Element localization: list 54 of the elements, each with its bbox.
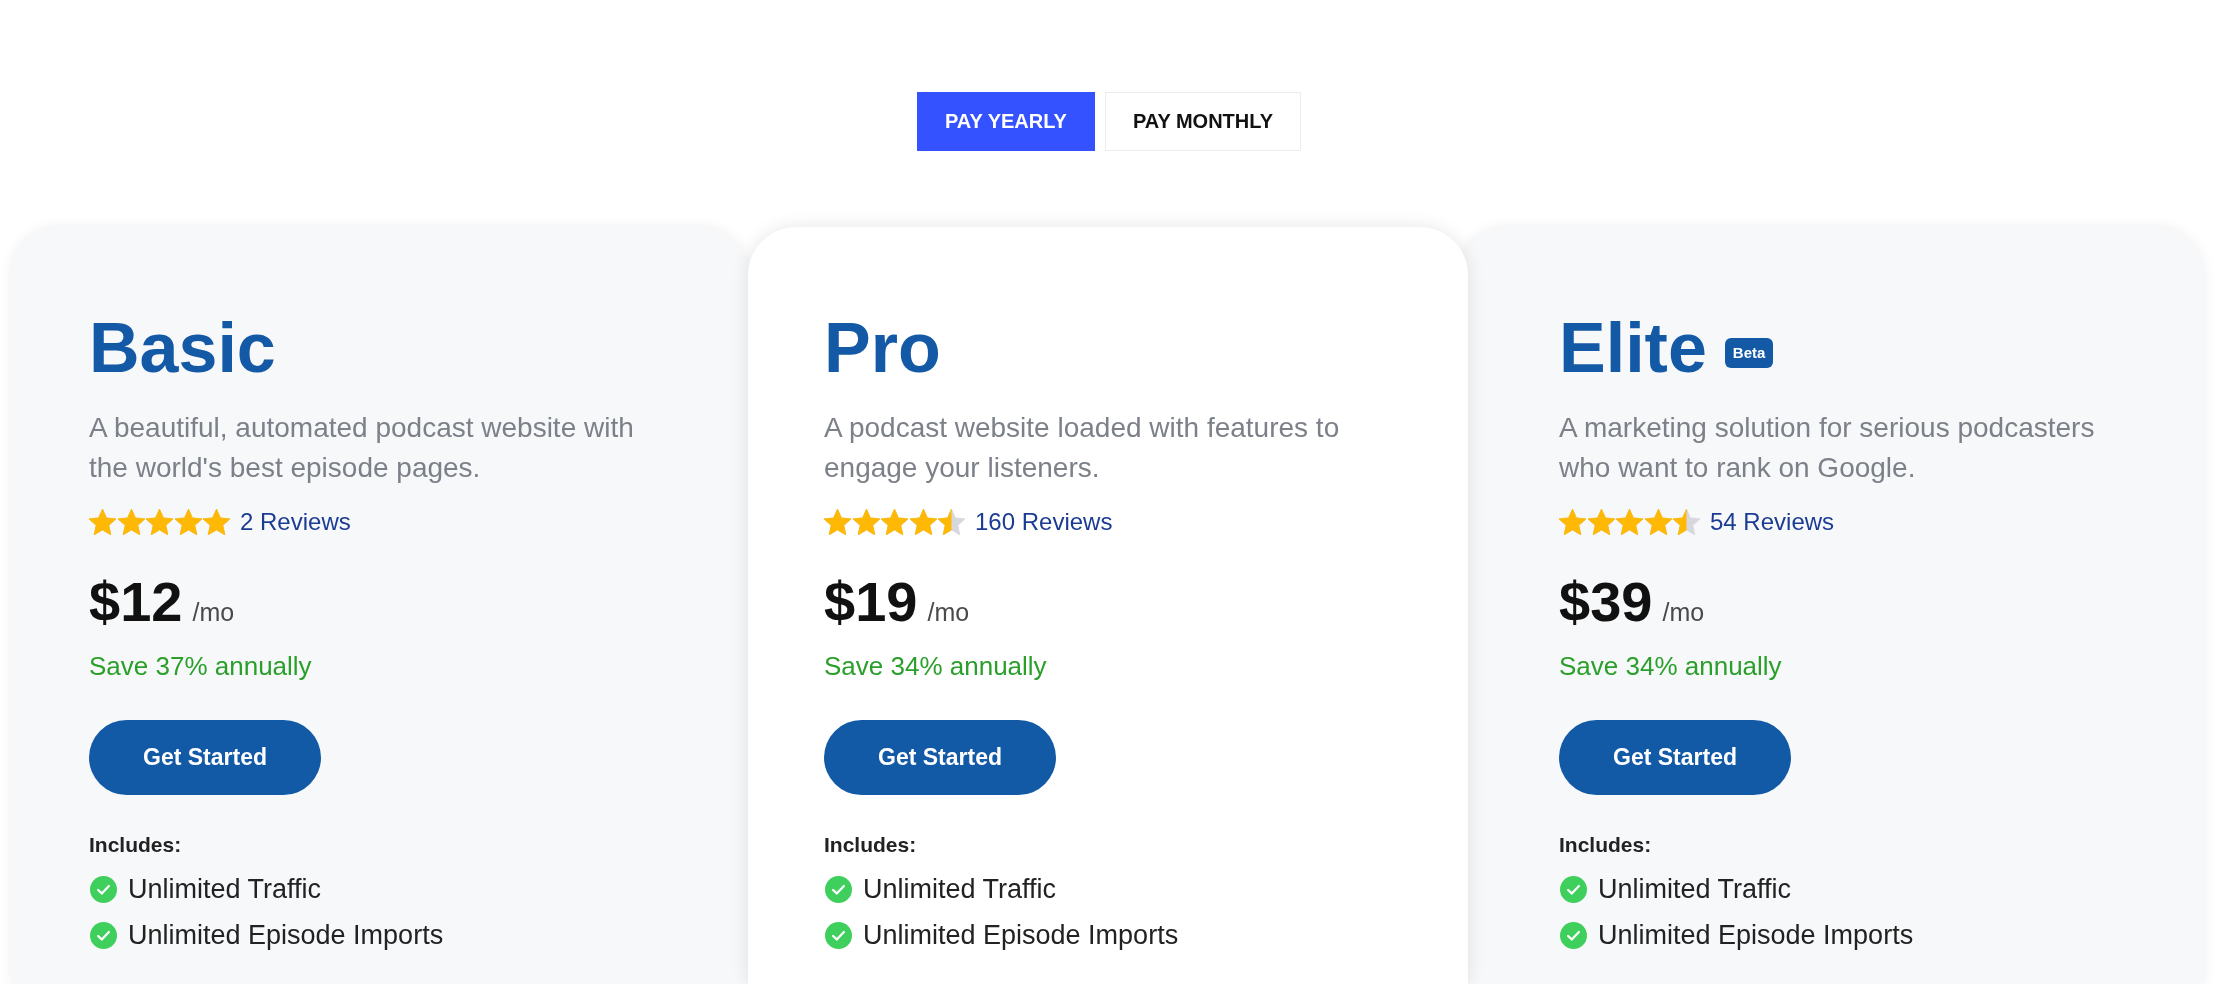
includes-heading: Includes: — [89, 832, 182, 858]
plan-name: Elite — [1559, 313, 1707, 383]
plan-description: A podcast website loaded with features to engage your listeners. — [824, 411, 1341, 485]
billing-tab[interactable]: PAY YEARLY — [917, 92, 1095, 151]
price-period: /mo — [927, 598, 970, 627]
get-started-button[interactable]: Get Started — [824, 720, 1056, 795]
star-icon — [89, 509, 116, 535]
includes-heading: Includes: — [1559, 832, 1652, 858]
reviews-link[interactable]: 54 Reviews — [1710, 508, 1835, 536]
check-circle-icon — [825, 921, 852, 949]
feature-label: Unlimited Traffic — [128, 873, 322, 906]
check-circle-icon — [90, 875, 117, 903]
feature-label: Unlimited Episode Imports — [128, 919, 444, 952]
star-icon — [881, 509, 908, 535]
plan-name: Basic — [89, 313, 276, 383]
price-period: /mo — [192, 598, 235, 627]
savings-note: Save 34% annually — [1559, 650, 1782, 682]
feature-label: Unlimited Traffic — [863, 873, 1057, 906]
reviews-link[interactable]: 160 Reviews — [975, 508, 1113, 536]
plan-description: A marketing solution for serious podcasters who want to rank on Google. — [1559, 411, 2096, 485]
get-started-button[interactable]: Get Started — [1559, 720, 1791, 795]
star-icon — [146, 509, 173, 535]
plan-price: $39 — [1559, 574, 1653, 630]
includes-heading: Includes: — [824, 832, 917, 858]
feature-label: Unlimited Traffic — [1598, 873, 1792, 906]
star-icon — [1616, 509, 1643, 535]
check-circle-icon — [1560, 875, 1587, 903]
star-icon — [174, 509, 202, 535]
star-icon — [824, 509, 851, 535]
check-circle-icon — [90, 921, 117, 949]
star-icon — [1587, 509, 1615, 535]
check-circle-icon — [1560, 921, 1587, 949]
billing-tab[interactable]: PAY MONTHLY — [1104, 92, 1301, 151]
star-icon — [203, 509, 230, 535]
plan-name: Pro — [824, 313, 941, 383]
star-icon — [852, 509, 880, 535]
check-circle-icon — [825, 875, 852, 903]
price-period: /mo — [1662, 598, 1705, 627]
plan-description: A beautiful, automated podcast website with the world's best episode pages. — [89, 411, 635, 485]
get-started-button[interactable]: Get Started — [89, 720, 321, 795]
plan-price: $12 — [89, 574, 183, 630]
feature-label: Unlimited Episode Imports — [1598, 919, 1914, 952]
star-icon — [117, 509, 145, 535]
star-icon — [1559, 509, 1586, 535]
plan-badge: Beta — [1724, 338, 1774, 368]
savings-note: Save 34% annually — [824, 650, 1047, 682]
star-icon — [909, 509, 937, 535]
savings-note: Save 37% annually — [89, 650, 312, 682]
feature-label: Unlimited Episode Imports — [863, 919, 1179, 952]
star-icon — [1673, 509, 1700, 535]
reviews-link[interactable]: 2 Reviews — [240, 508, 351, 536]
plan-price: $19 — [824, 574, 918, 630]
star-icon — [938, 509, 965, 535]
star-icon — [1644, 509, 1672, 535]
